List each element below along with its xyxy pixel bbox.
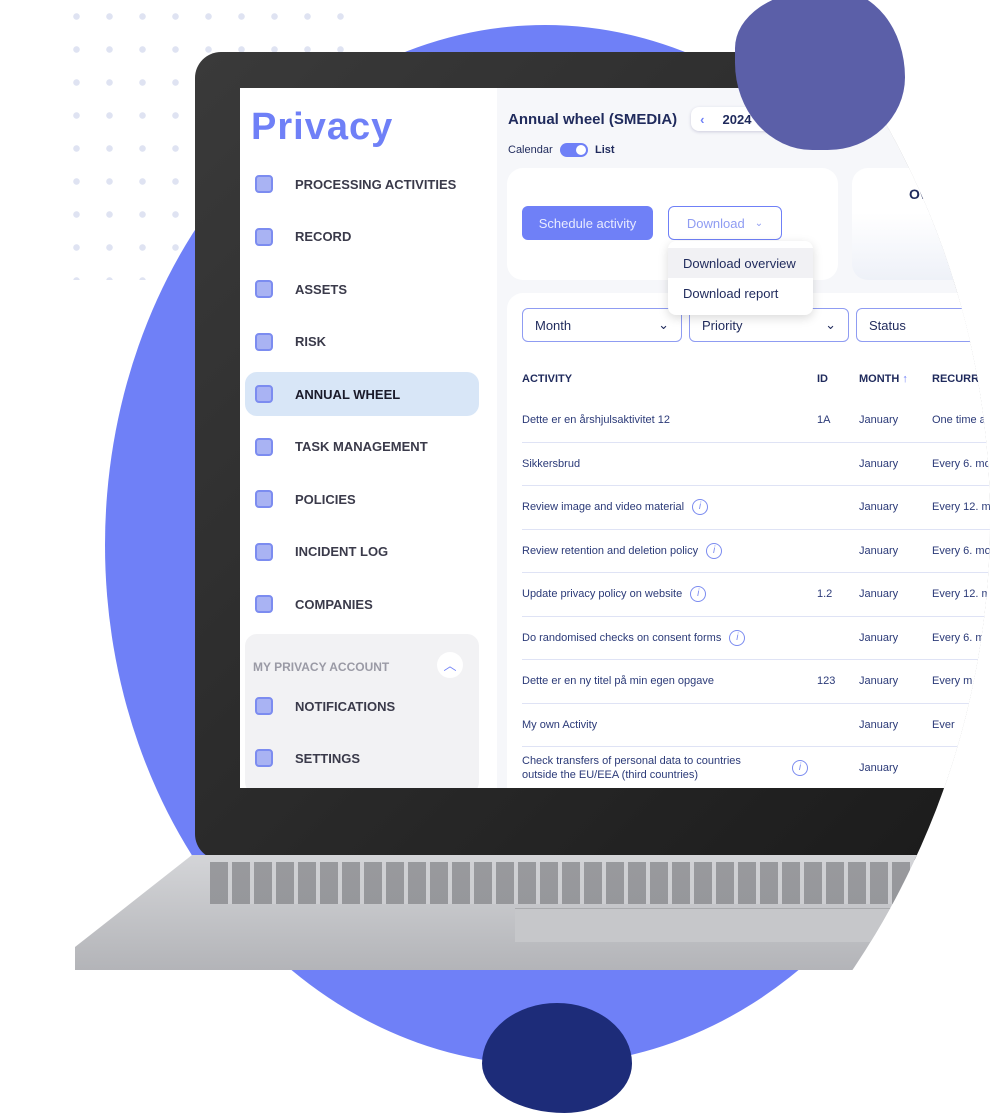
chevron-down-icon: ⌄ <box>825 317 836 332</box>
keyboard <box>210 862 910 904</box>
year-value: 2024 <box>722 111 752 127</box>
month-cell: January <box>859 544 899 557</box>
download-button[interactable]: Download ⌄ <box>668 206 782 240</box>
table-row[interactable]: Check transfers of personal data to coun… <box>522 747 990 788</box>
sidebar-item-policies[interactable]: POLICIES <box>245 477 479 521</box>
recurrence-cell: Every m <box>932 675 973 688</box>
download-overview-item[interactable]: Download overview <box>668 248 813 278</box>
annual-wheel-icon <box>255 385 273 403</box>
month-cell: January <box>859 501 899 514</box>
month-cell: January <box>859 414 899 427</box>
download-menu: Download overview Download report <box>668 241 813 315</box>
processing-icon <box>255 175 273 193</box>
month-cell: January <box>859 762 899 775</box>
assets-icon <box>255 280 273 298</box>
prev-year-button[interactable]: ‹ <box>700 112 704 127</box>
list-label: List <box>595 144 615 156</box>
month-cell: January <box>859 588 899 601</box>
recurrence-cell: Every 6. mo <box>932 457 991 470</box>
activity-cell: Review retention and deletion policy i <box>522 542 723 559</box>
info-icon[interactable]: i <box>706 542 723 559</box>
bell-icon <box>255 697 273 715</box>
recurrence-cell: Every 6. mo <box>932 544 991 557</box>
record-icon <box>255 227 273 246</box>
sidebar-item-notifications[interactable]: NOTIFICATIONS <box>245 684 479 728</box>
recurrence-cell: Ever <box>932 718 955 731</box>
recurrence-cell: Every 12. m <box>932 588 991 601</box>
activity-cell: Check transfers of personal data to coun… <box>522 755 741 782</box>
download-report-item[interactable]: Download report <box>668 278 813 308</box>
activity-cell: Sikkersbrud <box>522 457 581 470</box>
month-cell: January <box>859 631 899 644</box>
chevron-down-icon: ⌄ <box>658 317 669 332</box>
sidebar: Privacy PROCESSING ACTIVITIES RECORD ASSET… <box>240 88 490 788</box>
sidebar-item-assets[interactable]: ASSETS <box>245 267 479 311</box>
schedule-activity-button[interactable]: Schedule activity <box>522 206 653 240</box>
column-recurrence[interactable]: RECURREN <box>932 373 990 385</box>
trackpad <box>515 908 935 942</box>
lock-icon <box>255 542 273 561</box>
calendar-label: Calendar <box>508 144 553 156</box>
collapse-chevron-icon[interactable]: ︿ <box>437 652 463 678</box>
table-row[interactable]: Sikkersbrud January Every 6. mo <box>522 443 991 486</box>
month-cell: January <box>859 457 899 470</box>
calendar-edit-icon <box>255 437 273 456</box>
activity-cell: Dette er en årshjulsaktivitet 12 <box>522 414 670 427</box>
info-icon[interactable]: i <box>690 586 707 603</box>
activity-cell: My own Activity <box>522 718 598 731</box>
id-cell: 123 <box>817 675 836 688</box>
app-screen: Privacy PROCESSING ACTIVITIES RECORD ASSET… <box>240 88 991 788</box>
info-icon[interactable]: i <box>792 760 808 776</box>
table-row[interactable]: Do randomised checks on consent forms i J… <box>522 617 990 660</box>
table-row[interactable]: Update privacy policy on website i 1.2 Ja… <box>522 573 991 617</box>
account-title: MY PRIVACY ACCOUNT <box>253 660 390 674</box>
sidebar-item-risk[interactable]: RISK <box>245 320 479 364</box>
gear-icon <box>255 749 273 767</box>
recurrence-cell: One time a <box>932 414 986 427</box>
sidebar-item-companies[interactable]: COMPANIES <box>245 582 479 626</box>
chevron-down-icon: ⌄ <box>754 217 764 229</box>
month-cell: January <box>859 675 899 688</box>
main-content: Annual wheel (SMEDIA) ‹ 2024 › Calendar … <box>497 88 991 788</box>
month-cell: January <box>859 718 899 731</box>
activity-cell: Update privacy policy on website i <box>522 586 707 603</box>
month-filter[interactable]: Month ⌄ <box>522 308 682 342</box>
column-month[interactable]: MONTH ↑ <box>859 373 908 385</box>
column-id[interactable]: ID <box>817 373 828 385</box>
activity-cell: Do randomised checks on consent forms i <box>522 629 746 646</box>
view-toggle[interactable] <box>560 143 588 157</box>
overview-card: Ov <box>852 168 990 280</box>
recurrence-cell: Every 6. m <box>932 631 985 644</box>
table-row[interactable]: My own Activity January Ever <box>522 704 990 747</box>
activity-cell: Review image and video material i <box>522 499 709 516</box>
policy-icon <box>255 490 273 508</box>
account-section: MY PRIVACY ACCOUNT ︿ NOTIFICATIONS SETTI… <box>245 634 479 788</box>
app-logo: Privacy <box>251 106 394 148</box>
page-title: Annual wheel (SMEDIA) <box>508 111 678 128</box>
table-row[interactable]: Review retention and deletion policy i Ja… <box>522 530 991 573</box>
table-row[interactable]: Dette er en ny titel på min egen opgave … <box>522 660 990 704</box>
sort-arrow-icon: ↑ <box>902 373 908 385</box>
sidebar-item-record[interactable]: RECORD <box>245 215 479 259</box>
activity-cell: Dette er en ny titel på min egen opgave <box>522 675 715 688</box>
laptop: Privacy PROCESSING ACTIVITIES RECORD ASSET… <box>0 0 991 1113</box>
sidebar-item-annual-wheel[interactable]: ANNUAL WHEEL <box>245 372 479 416</box>
sidebar-item-processing-activities[interactable]: PROCESSING ACTIVITIES <box>245 162 479 206</box>
recurrence-cell: Every 12. m <box>932 501 991 514</box>
column-activity[interactable]: ACTIVITY <box>522 373 572 385</box>
sidebar-item-task-management[interactable]: TASK MANAGEMENT <box>245 425 479 469</box>
gauge-icon <box>255 332 273 351</box>
sidebar-item-settings[interactable]: SETTINGS <box>245 736 479 780</box>
sidebar-item-incident-log[interactable]: INCIDENT LOG <box>245 530 479 574</box>
id-cell: 1.2 <box>817 588 833 601</box>
status-filter[interactable]: Status <box>856 308 990 342</box>
info-icon[interactable]: i <box>729 629 746 646</box>
buildings-icon <box>255 595 273 613</box>
background-blob-top <box>735 0 905 150</box>
table-row[interactable]: Review image and video material i January… <box>522 486 991 530</box>
info-icon[interactable]: i <box>692 499 709 516</box>
id-cell: 1A <box>817 414 831 427</box>
table-row[interactable]: Dette er en årshjulsaktivitet 12 1A Janu… <box>522 399 990 443</box>
